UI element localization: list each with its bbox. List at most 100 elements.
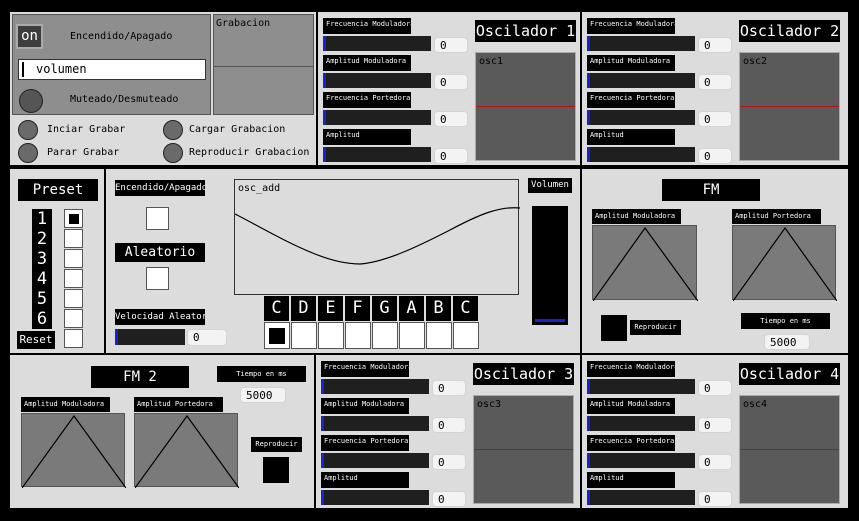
note-key-3[interactable]: [345, 322, 371, 349]
note-key-0[interactable]: [264, 322, 290, 349]
preset-panel: Preset 123456 Reset: [10, 169, 104, 353]
fm2-time-value[interactable]: 5000: [240, 387, 286, 403]
osc4-slider-2[interactable]: [587, 453, 695, 468]
osc3-slider-fill-3: [321, 490, 324, 505]
start-record-button[interactable]: [18, 120, 38, 140]
osc2-scope: osc2: [739, 52, 840, 161]
osc3-panel: Frecuencia Moduladora 0 Amplitud Modulador…: [316, 355, 580, 508]
mute-button[interactable]: [19, 89, 43, 113]
osc2-scope-label: osc2: [743, 56, 768, 67]
note-key-6[interactable]: [426, 322, 452, 349]
osc1-slider-value-2[interactable]: 0: [434, 111, 468, 127]
osc4-slider-1[interactable]: [587, 416, 695, 431]
random-speed-value[interactable]: 0: [187, 329, 227, 346]
osc2-slider-value-1[interactable]: 0: [698, 74, 732, 90]
osc3-slider-0[interactable]: [321, 379, 429, 394]
osc1-slider-1[interactable]: [323, 73, 431, 88]
osc1-slider-3[interactable]: [323, 147, 431, 162]
osc4-slider-3[interactable]: [587, 490, 695, 505]
note-label-6: B: [426, 296, 451, 321]
osc2-slider-value-3[interactable]: 0: [698, 148, 732, 164]
note-key-5[interactable]: [399, 322, 425, 349]
osc4-slider-0[interactable]: [587, 379, 695, 394]
fm-time-value[interactable]: 5000: [764, 334, 810, 350]
osc1-slider-value-1[interactable]: 0: [434, 74, 468, 90]
random-toggle[interactable]: [146, 267, 169, 290]
fm-play-button[interactable]: [601, 315, 627, 341]
play-record-button[interactable]: [163, 143, 183, 163]
preset-slot-2[interactable]: [64, 229, 83, 248]
osc3-slider-label-2: Frecuencia Portedora: [321, 435, 409, 451]
osc3-scope-trace: [474, 449, 573, 450]
osc3-slider-fill-0: [321, 379, 324, 394]
osc4-title: Oscilador 4: [739, 363, 840, 385]
osc4-slider-fill-1: [587, 416, 590, 431]
osc1-slider-0[interactable]: [323, 36, 431, 51]
note-key-4[interactable]: [372, 322, 398, 349]
preset-slot-7[interactable]: [64, 329, 83, 348]
osc3-slider-2[interactable]: [321, 453, 429, 468]
osc3-slider-value-2[interactable]: 0: [432, 454, 466, 470]
preset-slot-3[interactable]: [64, 249, 83, 268]
osc4-slider-value-0[interactable]: 0: [698, 380, 732, 396]
preset-number-2: 2: [36, 229, 48, 249]
volume-field[interactable]: volumen: [18, 59, 206, 80]
stop-record-button[interactable]: [18, 143, 38, 163]
osc2-slider-value-0[interactable]: 0: [698, 37, 732, 53]
note-label-7: C: [453, 296, 478, 321]
osc3-scope: osc3: [473, 395, 574, 504]
osc1-scope-label: osc1: [479, 56, 504, 67]
preset-slot-1[interactable]: [64, 209, 83, 228]
osc3-slider-1[interactable]: [321, 416, 429, 431]
load-record-button[interactable]: [163, 120, 183, 140]
preset-number-1: 1: [36, 209, 48, 229]
osc3-slider-value-3[interactable]: 0: [432, 491, 466, 507]
fm2-amp-mod-label: Amplitud Moduladora: [21, 397, 110, 412]
volume-meter[interactable]: [532, 206, 568, 325]
random-speed-slider[interactable]: [115, 329, 185, 345]
preset-number-5: 5: [36, 289, 48, 309]
on-button[interactable]: on: [16, 24, 43, 49]
osc4-slider-value-1[interactable]: 0: [698, 417, 732, 433]
osc3-scope-label: osc3: [477, 399, 502, 410]
fm-amp-mod-envelope[interactable]: [592, 225, 698, 301]
preset-number-3: 3: [36, 249, 48, 269]
preset-slot-6[interactable]: [64, 309, 83, 328]
recording-divider: [214, 66, 313, 67]
load-record-label: Cargar Grabacion: [189, 124, 286, 135]
osc-add-waveform: [235, 207, 520, 265]
osc1-slider-2[interactable]: [323, 110, 431, 125]
mid-power-toggle[interactable]: [146, 207, 169, 230]
note-key-1[interactable]: [291, 322, 317, 349]
osc2-slider-value-2[interactable]: 0: [698, 111, 732, 127]
osc2-slider-2[interactable]: [587, 110, 695, 125]
osc3-slider-value-1[interactable]: 0: [432, 417, 466, 433]
fm2-amp-mod-envelope-curve: [22, 414, 126, 488]
note-key-2[interactable]: [318, 322, 344, 349]
fm2-amp-port-envelope[interactable]: [134, 413, 239, 488]
osc1-slider-fill-1: [323, 73, 326, 88]
osc4-slider-fill-0: [587, 379, 590, 394]
osc1-slider-value-0[interactable]: 0: [434, 37, 468, 53]
preset-slot-4[interactable]: [64, 269, 83, 288]
fm-title: FM: [662, 179, 760, 201]
fm-amp-port-envelope[interactable]: [732, 225, 837, 301]
osc2-slider-3[interactable]: [587, 147, 695, 162]
fm2-play-button[interactable]: [263, 457, 289, 483]
note-key-7[interactable]: [453, 322, 479, 349]
osc3-slider-3[interactable]: [321, 490, 429, 505]
fm2-amp-mod-envelope[interactable]: [21, 413, 126, 488]
random-label: Aleatorio: [115, 243, 205, 262]
text-cursor: [22, 62, 24, 77]
osc2-slider-0[interactable]: [587, 36, 695, 51]
reset-button[interactable]: Reset: [17, 331, 55, 349]
preset-slot-5[interactable]: [64, 289, 83, 308]
top-left-panel: on Encendido/Apagado volumen Muteado/Des…: [10, 12, 316, 165]
osc2-slider-1[interactable]: [587, 73, 695, 88]
osc3-slider-value-0[interactable]: 0: [432, 380, 466, 396]
osc1-scope-trace: [476, 106, 575, 107]
osc4-slider-value-3[interactable]: 0: [698, 491, 732, 507]
osc1-slider-value-3[interactable]: 0: [434, 148, 468, 164]
osc4-slider-value-2[interactable]: 0: [698, 454, 732, 470]
fm-amp-mod-envelope-curve: [593, 226, 698, 301]
